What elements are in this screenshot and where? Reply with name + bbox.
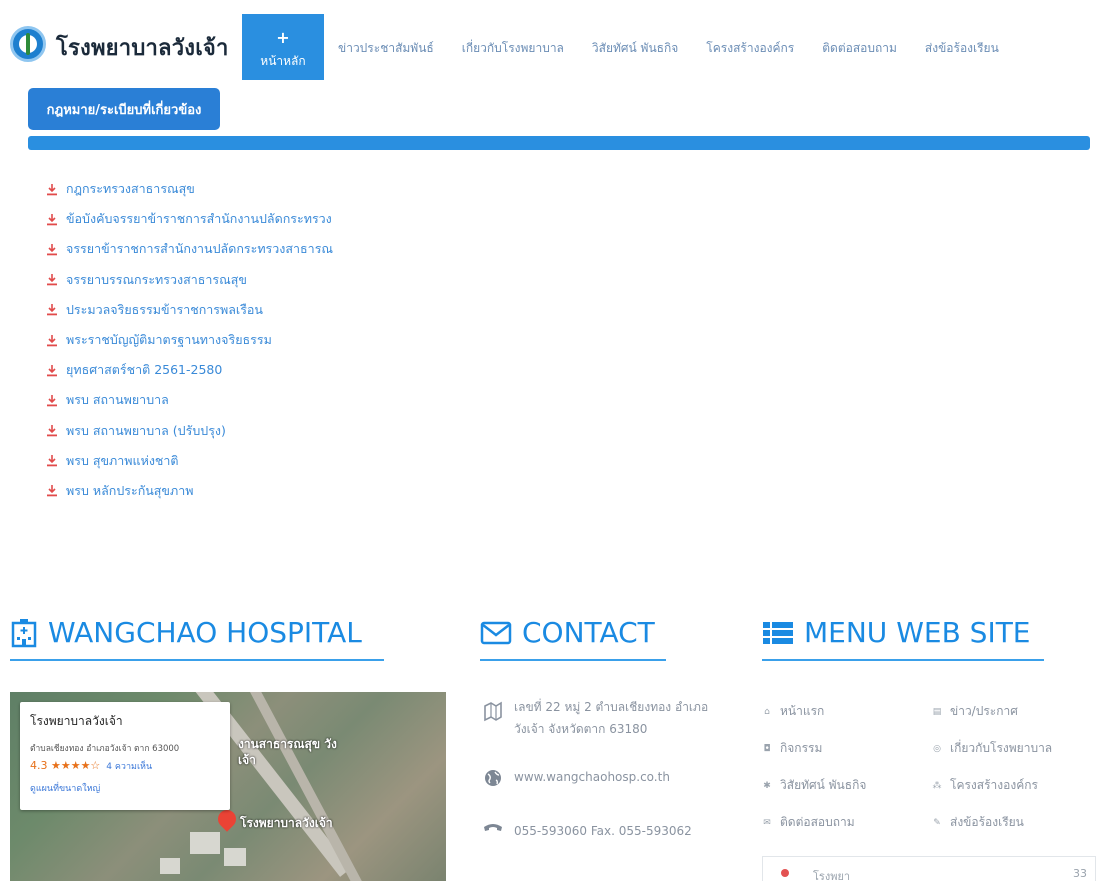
contact-website[interactable]: www.wangchaohosp.co.th bbox=[480, 766, 740, 788]
document-link[interactable]: พรบ สถานพยาบาล (ปรับปรุง) bbox=[46, 416, 333, 446]
star-icon: ✱ bbox=[763, 780, 771, 791]
footer-menu-contact[interactable]: ✉ ติดต่อสอบถาม bbox=[762, 813, 854, 832]
phone-icon bbox=[480, 820, 506, 838]
map-building bbox=[160, 858, 180, 874]
list-icon: ▤ bbox=[932, 706, 942, 717]
footer-hospital-column: WANGCHAO HOSPITAL bbox=[10, 616, 384, 661]
nav-complaint[interactable]: ส่งข้อร้องเรียน bbox=[911, 14, 1013, 80]
footer-menu-column: MENU WEB SITE bbox=[762, 616, 1044, 661]
footer-menu-news[interactable]: ▤ ข่าว/ประกาศ bbox=[932, 702, 1018, 721]
camera-icon: ◘ bbox=[763, 743, 771, 754]
footer-bottom-widget: โรงพยา 33 bbox=[762, 856, 1096, 881]
map-place-address: ตำบลเชียงทอง อำเภอวังเจ้า ตาก 63000 bbox=[30, 744, 180, 754]
pdf-icon bbox=[46, 454, 58, 467]
footer-contact-column: CONTACT bbox=[480, 616, 666, 661]
document-link[interactable]: จรรยาข้าราชการสำนักงานปลัดกระทรวงสาธารณ bbox=[46, 234, 333, 264]
document-list: กฎกระทรวงสาธารณสุข ข้อบังคับจรรยาข้าราชก… bbox=[46, 174, 333, 506]
document-link[interactable]: พรบ หลักประกันสุขภาพ bbox=[46, 476, 333, 506]
google-map[interactable]: งานสาธารณสุข วังเจ้า โรงพยาบาลวังเจ้า โร… bbox=[10, 692, 446, 881]
map-rating: 4.3 ★★★★☆ 4 ความเห็น bbox=[30, 759, 153, 772]
site-header: โรงพยาบาลวังเจ้า + หน้าหลัก ข่าวประชาสัม… bbox=[0, 0, 1096, 90]
map-info-card: โรงพยาบาลวังเจ้า ตำบลเชียงทอง อำเภอวังเจ… bbox=[20, 702, 230, 810]
nav-news[interactable]: ข่าวประชาสัมพันธ์ bbox=[324, 14, 448, 80]
pdf-icon bbox=[46, 424, 58, 437]
document-link[interactable]: กฎกระทรวงสาธารณสุข bbox=[46, 174, 333, 204]
pdf-icon bbox=[46, 334, 58, 347]
nav-about[interactable]: เกี่ยวกับโรงพยาบาล bbox=[448, 14, 578, 80]
footer-menu-vision[interactable]: ✱ วิสัยทัศน์ พันธกิจ bbox=[762, 776, 866, 795]
map-place-name: โรงพยาบาลวังเจ้า bbox=[30, 714, 123, 728]
map-marker-icon bbox=[480, 696, 506, 722]
globe-icon bbox=[480, 766, 506, 788]
envelope-icon bbox=[480, 621, 512, 645]
map-label-pin: โรงพยาบาลวังเจ้า bbox=[240, 816, 333, 830]
document-link[interactable]: พรบ สถานพยาบาล bbox=[46, 385, 333, 415]
pdf-icon bbox=[46, 394, 58, 407]
pdf-icon bbox=[46, 213, 58, 226]
info-icon: ◎ bbox=[933, 743, 941, 754]
map-pin-icon[interactable] bbox=[214, 806, 240, 832]
document-link[interactable]: พรบ สุขภาพแห่งชาติ bbox=[46, 446, 333, 476]
main-nav: + หน้าหลัก ข่าวประชาสัมพันธ์ เกี่ยวกับโร… bbox=[242, 14, 1013, 80]
map-label-building: งานสาธารณสุข วังเจ้า bbox=[238, 737, 337, 767]
contact-address: เลขที่ 22 หมู่ 2 ตำบลเชียงทอง อำเภอ วังเ… bbox=[480, 696, 740, 740]
footer-menu-home[interactable]: ⌂ หน้าแรก bbox=[762, 702, 824, 721]
nav-vision[interactable]: วิสัยทัศน์ พันธกิจ bbox=[578, 14, 692, 80]
footer-menu-structure[interactable]: ⁂ โครงสร้างองค์กร bbox=[932, 776, 1038, 795]
map-larger-link[interactable]: ดูแผนที่ขนาดใหญ่ bbox=[30, 781, 220, 795]
pdf-icon bbox=[46, 183, 58, 196]
document-link[interactable]: ยุทธศาสตร์ชาติ 2561-2580 bbox=[46, 355, 333, 385]
contact-phone: 055-593060 Fax. 055-593062 bbox=[480, 820, 740, 842]
pdf-icon bbox=[46, 273, 58, 286]
list-icon bbox=[762, 620, 794, 646]
section-divider bbox=[28, 136, 1090, 150]
pdf-icon bbox=[46, 303, 58, 316]
nav-contact[interactable]: ติดต่อสอบถาม bbox=[808, 14, 911, 80]
footer-hospital-title: WANGCHAO HOSPITAL bbox=[48, 616, 362, 649]
footer-menu-about[interactable]: ◎ เกี่ยวกับโรงพยาบาล bbox=[932, 739, 1052, 758]
location-icon bbox=[781, 869, 789, 877]
pdf-icon bbox=[46, 484, 58, 497]
plus-icon: + bbox=[276, 27, 290, 47]
footer-menu-title: MENU WEB SITE bbox=[804, 616, 1031, 649]
footer-menu-complaint[interactable]: ✎ ส่งข้อร้องเรียน bbox=[932, 813, 1024, 832]
section-title: กฎหมาย/ระเบียบที่เกี่ยวข้อง bbox=[28, 88, 220, 130]
nav-home[interactable]: + หน้าหลัก bbox=[242, 14, 324, 80]
pdf-icon bbox=[46, 364, 58, 377]
document-link[interactable]: ข้อบังคับจรรยาข้าราชการสำนักงานปลัดกระทร… bbox=[46, 204, 333, 234]
hospital-logo-icon[interactable] bbox=[10, 26, 46, 62]
document-link[interactable]: จรรยาบรรณกระทรวงสาธารณสุข bbox=[46, 265, 333, 295]
map-reviews-link[interactable]: 4 ความเห็น bbox=[106, 762, 152, 772]
map-building bbox=[224, 848, 246, 866]
nav-structure[interactable]: โครงสร้างองค์กร bbox=[692, 14, 808, 80]
map-building bbox=[190, 832, 220, 854]
document-link[interactable]: ประมวลจริยธรรมข้าราชการพลเรือน bbox=[46, 295, 333, 325]
footer-menu-activities[interactable]: ◘ กิจกรรม bbox=[762, 739, 822, 758]
mail-icon: ✉ bbox=[763, 817, 771, 828]
pdf-icon bbox=[46, 243, 58, 256]
site-brand[interactable]: โรงพยาบาลวังเจ้า bbox=[56, 30, 229, 65]
document-link[interactable]: พระราชบัญญัติมาตรฐานทางจริยธรรม bbox=[46, 325, 333, 355]
hospital-icon bbox=[10, 618, 38, 648]
sitemap-icon: ⁂ bbox=[932, 780, 942, 791]
home-icon: ⌂ bbox=[764, 706, 770, 717]
map-road bbox=[250, 692, 372, 881]
edit-icon: ✎ bbox=[933, 817, 941, 828]
footer-contact-title: CONTACT bbox=[522, 616, 655, 649]
